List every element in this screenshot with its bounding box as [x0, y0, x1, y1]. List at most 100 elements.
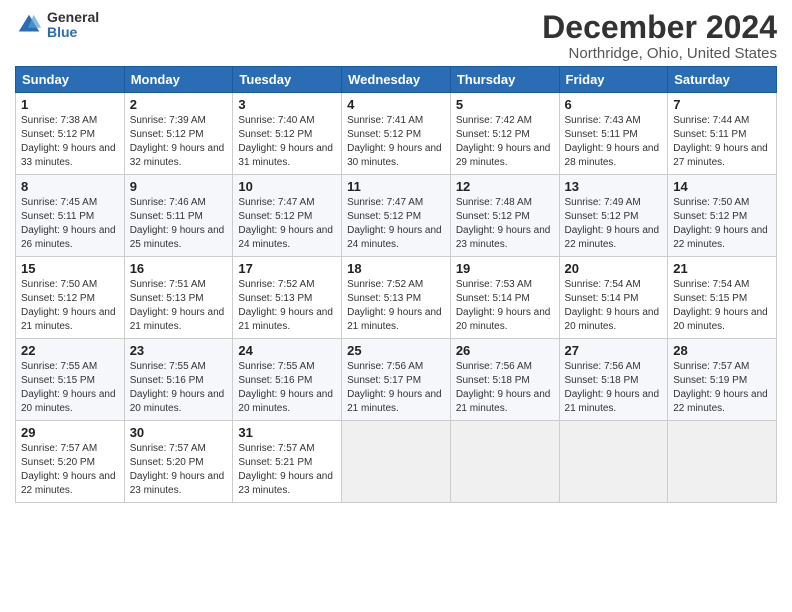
day-number: 19 — [456, 261, 554, 276]
col-header-thursday: Thursday — [450, 67, 559, 93]
day-number: 26 — [456, 343, 554, 358]
day-info: Sunrise: 7:56 AM Sunset: 5:17 PM Dayligh… — [347, 360, 445, 416]
calendar-cell: 20 Sunrise: 7:54 AM Sunset: 5:14 PM Dayli… — [559, 257, 668, 339]
calendar-cell: 27 Sunrise: 7:56 AM Sunset: 5:18 PM Dayli… — [559, 339, 668, 421]
day-info: Sunrise: 7:41 AM Sunset: 5:12 PM Dayligh… — [347, 114, 445, 170]
title-block: December 2024 Northridge, Ohio, United S… — [542, 10, 777, 62]
calendar-cell: 29Sunrise: 7:57 AM Sunset: 5:20 PM Dayli… — [16, 421, 125, 503]
calendar-cell: 12 Sunrise: 7:48 AM Sunset: 5:12 PM Dayli… — [450, 175, 559, 257]
calendar-cell: 1 Sunrise: 7:38 AM Sunset: 5:12 PM Daylig… — [16, 93, 125, 175]
calendar-week-5: 29Sunrise: 7:57 AM Sunset: 5:20 PM Dayli… — [16, 421, 777, 503]
col-header-friday: Friday — [559, 67, 668, 93]
day-number: 16 — [130, 261, 228, 276]
day-number: 30 — [130, 425, 228, 440]
calendar-cell: 2 Sunrise: 7:39 AM Sunset: 5:12 PM Daylig… — [124, 93, 233, 175]
day-info: Sunrise: 7:50 AM Sunset: 5:12 PM Dayligh… — [673, 196, 771, 252]
calendar-cell: 5Sunrise: 7:42 AM Sunset: 5:12 PM Daylig… — [450, 93, 559, 175]
day-number: 25 — [347, 343, 445, 358]
col-header-sunday: Sunday — [16, 67, 125, 93]
calendar-week-1: 1 Sunrise: 7:38 AM Sunset: 5:12 PM Daylig… — [16, 93, 777, 175]
calendar-cell: 28 Sunrise: 7:57 AM Sunset: 5:19 PM Dayli… — [668, 339, 777, 421]
calendar-cell: 22 Sunrise: 7:55 AM Sunset: 5:15 PM Dayli… — [16, 339, 125, 421]
calendar-cell: 31 Sunrise: 7:57 AM Sunset: 5:21 PM Dayli… — [233, 421, 342, 503]
day-info: Sunrise: 7:55 AM Sunset: 5:16 PM Dayligh… — [130, 360, 228, 416]
col-header-monday: Monday — [124, 67, 233, 93]
calendar-cell — [668, 421, 777, 503]
day-number: 5 — [456, 97, 554, 112]
day-number: 21 — [673, 261, 771, 276]
day-number: 27 — [565, 343, 663, 358]
day-info: Sunrise: 7:56 AM Sunset: 5:18 PM Dayligh… — [456, 360, 554, 416]
calendar-cell: 23 Sunrise: 7:55 AM Sunset: 5:16 PM Dayli… — [124, 339, 233, 421]
calendar-week-4: 22 Sunrise: 7:55 AM Sunset: 5:15 PM Dayli… — [16, 339, 777, 421]
main-title: December 2024 — [542, 10, 777, 45]
day-number: 18 — [347, 261, 445, 276]
logo-blue: Blue — [47, 25, 99, 40]
day-number: 3 — [238, 97, 336, 112]
day-info: Sunrise: 7:54 AM Sunset: 5:15 PM Dayligh… — [673, 278, 771, 334]
day-info: Sunrise: 7:52 AM Sunset: 5:13 PM Dayligh… — [347, 278, 445, 334]
day-number: 17 — [238, 261, 336, 276]
day-number: 20 — [565, 261, 663, 276]
day-number: 28 — [673, 343, 771, 358]
day-info: Sunrise: 7:39 AM Sunset: 5:12 PM Dayligh… — [130, 114, 228, 170]
calendar-cell: 10Sunrise: 7:47 AM Sunset: 5:12 PM Dayli… — [233, 175, 342, 257]
calendar-cell — [559, 421, 668, 503]
calendar-cell: 3 Sunrise: 7:40 AM Sunset: 5:12 PM Daylig… — [233, 93, 342, 175]
day-info: Sunrise: 7:56 AM Sunset: 5:18 PM Dayligh… — [565, 360, 663, 416]
day-info: Sunrise: 7:43 AM Sunset: 5:11 PM Dayligh… — [565, 114, 663, 170]
calendar-cell: 13Sunrise: 7:49 AM Sunset: 5:12 PM Dayli… — [559, 175, 668, 257]
logo-general: General — [47, 10, 99, 25]
day-info: Sunrise: 7:55 AM Sunset: 5:16 PM Dayligh… — [238, 360, 336, 416]
calendar-cell: 4 Sunrise: 7:41 AM Sunset: 5:12 PM Daylig… — [342, 93, 451, 175]
calendar-cell: 30Sunrise: 7:57 AM Sunset: 5:20 PM Dayli… — [124, 421, 233, 503]
day-info: Sunrise: 7:57 AM Sunset: 5:19 PM Dayligh… — [673, 360, 771, 416]
day-info: Sunrise: 7:55 AM Sunset: 5:15 PM Dayligh… — [21, 360, 119, 416]
calendar-week-2: 8Sunrise: 7:45 AM Sunset: 5:11 PM Daylig… — [16, 175, 777, 257]
day-info: Sunrise: 7:51 AM Sunset: 5:13 PM Dayligh… — [130, 278, 228, 334]
day-number: 31 — [238, 425, 336, 440]
col-header-tuesday: Tuesday — [233, 67, 342, 93]
logo-text: General Blue — [47, 10, 99, 41]
day-info: Sunrise: 7:53 AM Sunset: 5:14 PM Dayligh… — [456, 278, 554, 334]
calendar-cell: 25 Sunrise: 7:56 AM Sunset: 5:17 PM Dayli… — [342, 339, 451, 421]
logo-icon — [15, 11, 43, 39]
col-header-wednesday: Wednesday — [342, 67, 451, 93]
day-info: Sunrise: 7:52 AM Sunset: 5:13 PM Dayligh… — [238, 278, 336, 334]
day-number: 6 — [565, 97, 663, 112]
day-number: 22 — [21, 343, 119, 358]
day-info: Sunrise: 7:40 AM Sunset: 5:12 PM Dayligh… — [238, 114, 336, 170]
day-number: 23 — [130, 343, 228, 358]
day-number: 15 — [21, 261, 119, 276]
day-number: 12 — [456, 179, 554, 194]
calendar-cell: 15Sunrise: 7:50 AM Sunset: 5:12 PM Dayli… — [16, 257, 125, 339]
day-info: Sunrise: 7:38 AM Sunset: 5:12 PM Dayligh… — [21, 114, 119, 170]
day-info: Sunrise: 7:57 AM Sunset: 5:21 PM Dayligh… — [238, 442, 336, 498]
calendar-cell — [342, 421, 451, 503]
calendar-cell: 14 Sunrise: 7:50 AM Sunset: 5:12 PM Dayli… — [668, 175, 777, 257]
day-number: 2 — [130, 97, 228, 112]
day-info: Sunrise: 7:54 AM Sunset: 5:14 PM Dayligh… — [565, 278, 663, 334]
calendar-cell: 16 Sunrise: 7:51 AM Sunset: 5:13 PM Dayli… — [124, 257, 233, 339]
day-number: 7 — [673, 97, 771, 112]
day-info: Sunrise: 7:47 AM Sunset: 5:12 PM Dayligh… — [347, 196, 445, 252]
calendar-cell: 21 Sunrise: 7:54 AM Sunset: 5:15 PM Dayli… — [668, 257, 777, 339]
day-number: 10 — [238, 179, 336, 194]
page-container: General Blue December 2024 Northridge, O… — [0, 0, 792, 513]
calendar-cell: 24 Sunrise: 7:55 AM Sunset: 5:16 PM Dayli… — [233, 339, 342, 421]
day-number: 24 — [238, 343, 336, 358]
day-info: Sunrise: 7:44 AM Sunset: 5:11 PM Dayligh… — [673, 114, 771, 170]
day-info: Sunrise: 7:49 AM Sunset: 5:12 PM Dayligh… — [565, 196, 663, 252]
calendar-cell: 18 Sunrise: 7:52 AM Sunset: 5:13 PM Dayli… — [342, 257, 451, 339]
day-number: 8 — [21, 179, 119, 194]
day-number: 14 — [673, 179, 771, 194]
day-number: 1 — [21, 97, 119, 112]
calendar-cell: 17 Sunrise: 7:52 AM Sunset: 5:13 PM Dayli… — [233, 257, 342, 339]
day-info: Sunrise: 7:48 AM Sunset: 5:12 PM Dayligh… — [456, 196, 554, 252]
calendar-cell: 6 Sunrise: 7:43 AM Sunset: 5:11 PM Daylig… — [559, 93, 668, 175]
calendar-cell: 11Sunrise: 7:47 AM Sunset: 5:12 PM Dayli… — [342, 175, 451, 257]
calendar-week-3: 15Sunrise: 7:50 AM Sunset: 5:12 PM Dayli… — [16, 257, 777, 339]
day-number: 4 — [347, 97, 445, 112]
day-number: 9 — [130, 179, 228, 194]
day-number: 29 — [21, 425, 119, 440]
